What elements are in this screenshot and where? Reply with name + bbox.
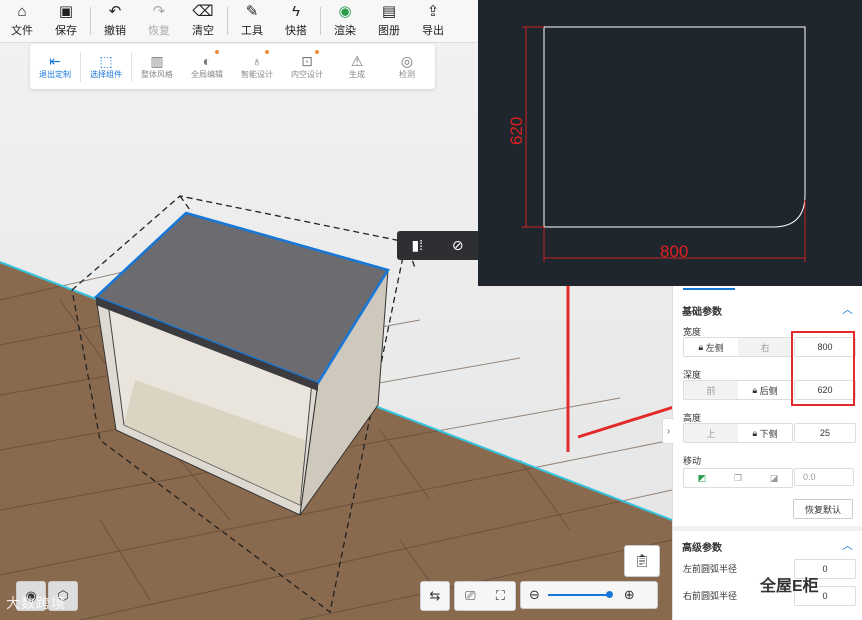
smart-design-button[interactable]: ♁ 智能设计 xyxy=(232,44,282,89)
move-input[interactable]: 0.0 xyxy=(794,468,854,486)
toolbar-divider xyxy=(227,7,228,35)
global-edit-icon: ◐ xyxy=(202,53,212,69)
move-toggle: ◩ ❐ ◪ xyxy=(683,468,793,488)
smart-design-icon: ♁ xyxy=(251,53,263,69)
active-tab-indicator xyxy=(683,288,735,290)
component-list-icon[interactable]: ▮⁞ xyxy=(403,237,431,254)
overall-style-button[interactable]: ▥ 整体风格 xyxy=(132,44,182,89)
toolbar-divider xyxy=(90,7,91,35)
clear-button[interactable]: ⌫ 清空 xyxy=(181,0,225,42)
render-icon: ◉ xyxy=(338,3,352,20)
notification-dot xyxy=(315,50,319,54)
countertop-outline xyxy=(543,26,806,228)
width-anchor-toggle: 🔒︎ 左侧 右 xyxy=(683,337,793,357)
watermark-right: 全屋E柜 xyxy=(760,578,819,595)
render-button[interactable]: ◉ 渲染 xyxy=(323,0,367,42)
lightning-icon: ϟ xyxy=(292,3,300,20)
clipboard-button[interactable]: 📋︎ xyxy=(624,545,660,577)
file-button[interactable]: ⌂ 文件 xyxy=(0,0,44,42)
zoom-out-icon[interactable]: ⊖ xyxy=(529,587,540,603)
object-toolbar: ▮⁞ ⊘ xyxy=(397,231,478,260)
paint-roller-icon: ▥ xyxy=(150,53,164,69)
album-button[interactable]: ▤ 图册 xyxy=(367,0,411,42)
quick-build-button[interactable]: ϟ 快搭 xyxy=(274,0,318,42)
front-left-radius-label: 左前圆弧半径 xyxy=(683,564,738,574)
detect-icon: ◎ xyxy=(400,53,414,69)
export-button[interactable]: ⇪ 导出 xyxy=(411,0,455,42)
view-toggle-button[interactable]: ⇆ xyxy=(420,581,450,611)
redo-button[interactable]: ↷ 恢复 xyxy=(137,0,181,42)
camera-icon[interactable]: ⎚ xyxy=(465,588,475,604)
select-component-button[interactable]: ⬚ 选择组件 xyxy=(81,44,131,89)
custom-toolbar: ⇤ 退出定制 ⬚ 选择组件 ▥ 整体风格 ◐ 全局编辑 ♁ 智能设计 ⊡ 内空设计 ⚠ 生成 … xyxy=(30,44,435,89)
export-icon: ⇪ xyxy=(426,3,440,20)
section-divider xyxy=(673,526,862,531)
lock-icon: 🔒︎ xyxy=(698,341,704,352)
depth-dimension-label: 620 xyxy=(507,117,526,145)
collapse-advanced-icon[interactable]: ︿ xyxy=(842,537,853,553)
height-top-option[interactable]: 上 xyxy=(684,424,738,442)
depth-anchor-toggle: 前 🔒︎ 后侧 xyxy=(683,380,793,400)
exit-icon: ⇤ xyxy=(49,53,61,69)
lock-icon: 🔒︎ xyxy=(752,384,758,395)
move-label: 移动 xyxy=(683,456,702,466)
generate-button[interactable]: ⚠ 生成 xyxy=(332,44,382,89)
zoom-in-icon[interactable]: ⊕ xyxy=(624,587,635,603)
width-right-option[interactable]: 右 xyxy=(738,338,792,356)
reset-default-button[interactable]: 恢复默认 xyxy=(793,499,853,519)
lock-icon: 🔒︎ xyxy=(752,427,758,438)
cad-drawing-panel: 800 620 xyxy=(478,0,862,286)
basic-params-title: 基础参数 xyxy=(682,307,722,318)
generate-icon: ⚠ xyxy=(350,53,364,69)
fit-view-icon[interactable]: ⛶ xyxy=(496,588,505,604)
width-dimension-label: 800 xyxy=(660,242,688,261)
cad-drawing: 800 620 xyxy=(507,26,806,262)
front-right-radius-label: 右前圆弧半径 xyxy=(683,591,738,601)
album-icon: ▤ xyxy=(381,3,397,20)
undo-button[interactable]: ↶ 撤销 xyxy=(93,0,137,42)
advanced-params-title: 高级参数 xyxy=(682,543,722,554)
notification-dot xyxy=(215,50,219,54)
interior-design-icon: ⊡ xyxy=(301,53,313,69)
camera-controls: ⎚ ⛶ xyxy=(454,581,516,611)
move-flip-icon[interactable]: ◩ xyxy=(684,469,720,487)
width-left-option[interactable]: 🔒︎ 左侧 xyxy=(684,338,738,356)
main-toolbar: ⌂ 文件 ▣ 保存 ↶ 撤销 ↷ 恢复 ⌫ 清空 ✎ 工具 ϟ 快搭 ◉ 渲染 ▤ 图册 ⇪ 导出 xyxy=(0,0,478,43)
height-anchor-toggle: 上 🔒︎ 下侧 xyxy=(683,423,793,443)
exit-custom-button[interactable]: ⇤ 退出定制 xyxy=(30,44,80,89)
toolbar-divider xyxy=(320,7,321,35)
save-button[interactable]: ▣ 保存 xyxy=(44,0,88,42)
save-icon: ▣ xyxy=(58,3,74,20)
undo-icon: ↶ xyxy=(108,3,122,20)
height-bottom-option[interactable]: 🔒︎ 下侧 xyxy=(738,424,792,442)
panel-collapse-toggle[interactable]: › xyxy=(662,418,674,444)
height-input[interactable]: 25 xyxy=(794,423,856,443)
detect-button[interactable]: ◎ 检测 xyxy=(382,44,432,89)
tools-button[interactable]: ✎ 工具 xyxy=(230,0,274,42)
home-icon: ⌂ xyxy=(17,3,27,20)
move-mirror-icon[interactable]: ◪ xyxy=(756,469,792,487)
move-copy-icon[interactable]: ❐ xyxy=(720,469,756,487)
interior-design-button[interactable]: ⊡ 内空设计 xyxy=(282,44,332,89)
toggle-icon: ⇆ xyxy=(429,588,441,603)
watermark-left: 大数跨境 xyxy=(6,595,66,611)
notification-dot xyxy=(265,50,269,54)
hide-eye-icon[interactable]: ⊘ xyxy=(444,237,472,254)
zoom-controls: ⊖ ⊕ xyxy=(520,581,658,609)
clipboard-icon: 📋︎ xyxy=(633,553,651,568)
global-edit-button[interactable]: ◐ 全局编辑 xyxy=(182,44,232,89)
eraser-icon: ⌫ xyxy=(192,3,214,20)
depth-back-option[interactable]: 🔒︎ 后侧 xyxy=(738,381,792,399)
select-component-icon: ⬚ xyxy=(99,53,113,69)
collapse-basic-icon[interactable]: ︿ xyxy=(842,301,853,317)
highlight-box xyxy=(791,331,855,406)
depth-front-option[interactable]: 前 xyxy=(684,381,738,399)
zoom-slider[interactable] xyxy=(547,591,613,598)
zoom-slider-handle[interactable] xyxy=(605,591,613,598)
wrench-icon: ✎ xyxy=(245,3,259,20)
redo-icon: ↷ xyxy=(152,3,166,20)
